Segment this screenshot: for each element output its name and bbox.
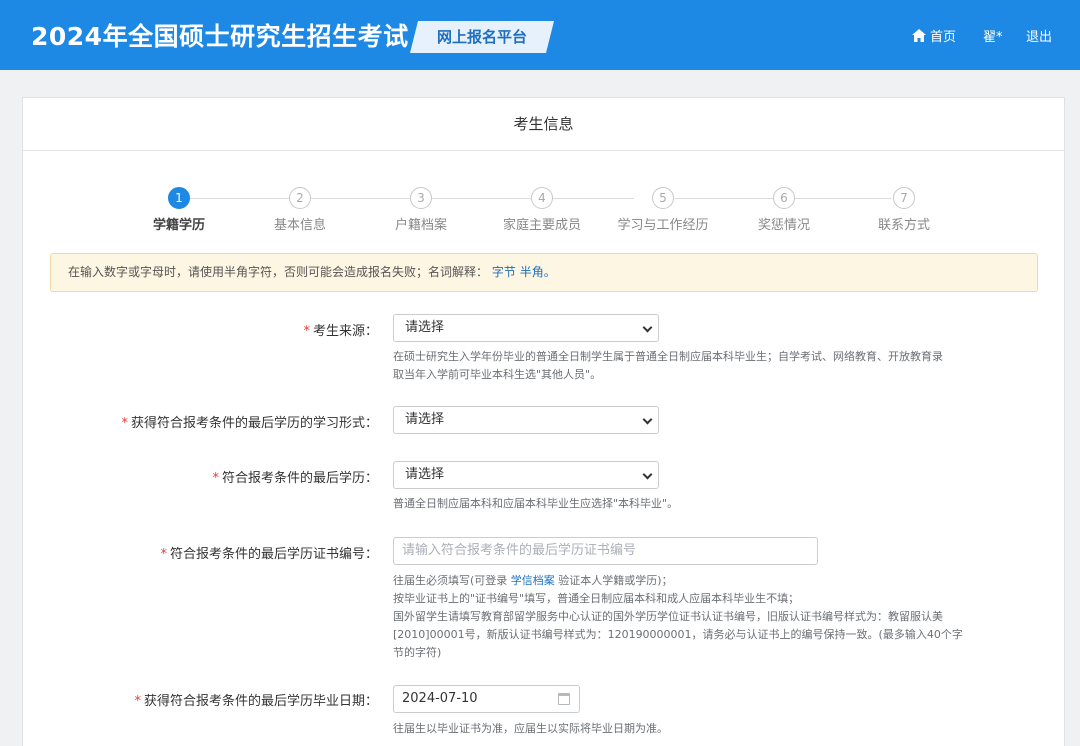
last-degree-help: 普通全日制应届本科和应届本科毕业生应选择"本科毕业"。 — [393, 497, 679, 510]
step-3-circle[interactable]: 3 — [410, 187, 432, 209]
source-label-text: 考生来源： — [312, 324, 378, 339]
top-header: 2024年全国硕士研究生招生考试 网上报名平台 首页 翟* 退出 — [0, 0, 1080, 70]
required-mark: * — [121, 416, 128, 431]
card-title: 考生信息 — [23, 98, 1064, 151]
home-icon — [912, 29, 926, 42]
calendar-icon[interactable] — [558, 693, 570, 705]
site-title: 2024年全国硕士研究生招生考试 — [31, 22, 409, 51]
last-degree-select[interactable]: 请选择 — [393, 461, 659, 489]
step-2-label[interactable]: 基本信息 — [240, 214, 360, 233]
source-select[interactable]: 请选择 — [393, 314, 659, 342]
source-select-value: 请选择 — [405, 320, 445, 335]
home-link-label: 首页 — [930, 30, 957, 45]
xuexin-archive-link[interactable]: 学信档案 — [511, 574, 555, 587]
notice-link-byte[interactable]: 字节 — [492, 265, 516, 279]
step-4-circle[interactable]: 4 — [531, 187, 553, 209]
chevron-down-icon — [642, 322, 653, 333]
required-mark: * — [303, 324, 310, 339]
grad-date-value: 2024-07-10 — [402, 691, 478, 706]
halfwidth-notice: 在输入数字或字母时，请使用半角字符，否则可能会造成报名失败；名词解释： 字节 半… — [50, 253, 1038, 292]
cert-no-help: 往届生必须填写(可登录 学信档案 验证本人学籍或学历)； 按毕业证书上的"证书编… — [393, 572, 968, 662]
grad-date-help: 往届生以毕业证书为准，应届生以实际将毕业日期为准。 — [393, 722, 668, 735]
cert-no-label-text: 符合报考条件的最后学历证书编号： — [169, 547, 378, 562]
study-form-select[interactable]: 请选择 — [393, 406, 659, 434]
step-6-label[interactable]: 奖惩情况 — [724, 214, 844, 233]
required-mark: * — [160, 547, 167, 562]
user-name[interactable]: 翟* — [983, 26, 1003, 45]
grad-date-label-text: 获得符合报考条件的最后学历毕业日期： — [143, 694, 378, 709]
last-degree-select-value: 请选择 — [405, 467, 445, 482]
platform-badge: 网上报名平台 — [410, 21, 554, 53]
study-form-label: * 获得符合报考条件的最后学历的学习形式： — [121, 412, 378, 431]
notice-end: 。 — [543, 265, 556, 279]
cert-no-label: * 符合报考条件的最后学历证书编号： — [160, 543, 378, 562]
logout-link[interactable]: 退出 — [1026, 26, 1052, 45]
required-mark: * — [134, 694, 141, 709]
grad-date-input[interactable]: 2024-07-10 — [393, 685, 580, 713]
cert-no-help-line1: 往届生必须填写(可登录 学信档案 验证本人学籍或学历)； — [393, 574, 673, 587]
step-6-circle[interactable]: 6 — [773, 187, 795, 209]
chevron-down-icon — [642, 414, 653, 425]
cert-no-input[interactable]: 请输入符合报考条件的最后学历证书编号 — [393, 537, 818, 565]
notice-text: 在输入数字或字母时，请使用半角字符，否则可能会造成报名失败；名词解释： — [68, 265, 489, 279]
source-label: * 考生来源： — [303, 320, 378, 339]
candidate-info-card: 考生信息 1 2 3 4 5 6 7 学籍学历 基本信息 户籍档案 家庭主要成员… — [22, 97, 1065, 746]
source-help: 在硕士研究生入学年份毕业的普通全日制学生属于普通全日制应届本科毕业生；自学考试、… — [393, 350, 943, 381]
step-2-circle[interactable]: 2 — [289, 187, 311, 209]
step-1-circle[interactable]: 1 — [168, 187, 190, 209]
cert-no-help-line2: 按毕业证书上的"证书编号"填写，普通全日制应届本科和成人应届本科毕业生不填； — [393, 592, 800, 605]
step-7-label[interactable]: 联系方式 — [844, 214, 964, 233]
cert-no-help-line3: 国外留学生请填写教育部留学服务中心认证的国外学历学位证书认证书编号，旧版认证书编… — [393, 610, 963, 659]
step-1-label[interactable]: 学籍学历 — [119, 214, 239, 233]
last-degree-label-text: 符合报考条件的最后学历： — [221, 471, 378, 486]
last-degree-label: * 符合报考条件的最后学历： — [212, 467, 378, 486]
step-4-label[interactable]: 家庭主要成员 — [482, 214, 602, 233]
study-form-select-value: 请选择 — [405, 412, 445, 427]
step-5-circle[interactable]: 5 — [652, 187, 674, 209]
home-link[interactable]: 首页 — [912, 26, 956, 45]
notice-link-halfwidth[interactable]: 半角 — [520, 265, 544, 279]
step-7-circle[interactable]: 7 — [893, 187, 915, 209]
study-form-label-text: 获得符合报考条件的最后学历的学习形式： — [130, 416, 378, 431]
step-3-label[interactable]: 户籍档案 — [361, 214, 481, 233]
chevron-down-icon — [642, 469, 653, 480]
step-5-label[interactable]: 学习与工作经历 — [603, 214, 723, 233]
required-mark: * — [212, 471, 219, 486]
grad-date-label: * 获得符合报考条件的最后学历毕业日期： — [134, 690, 378, 709]
platform-badge-label: 网上报名平台 — [436, 28, 527, 46]
